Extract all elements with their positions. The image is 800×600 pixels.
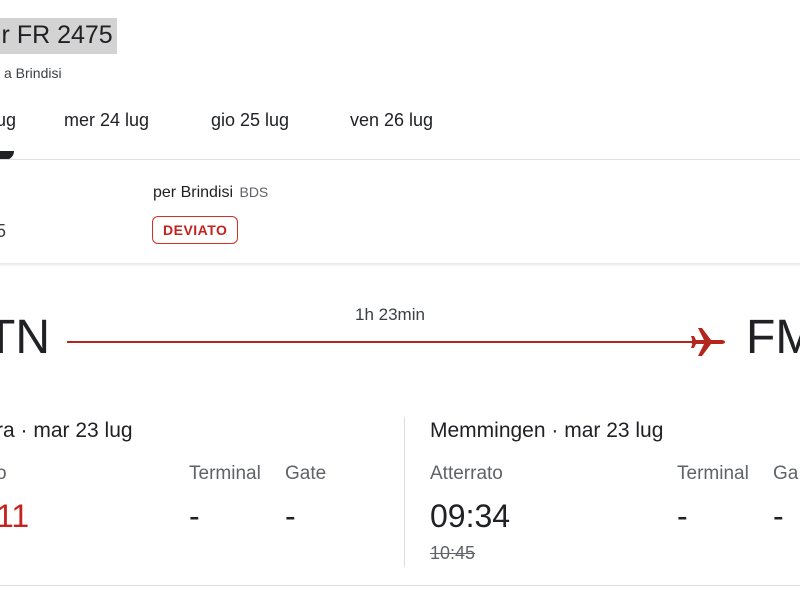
destination-label: per Brindisi BDS bbox=[153, 184, 268, 202]
departure-time: 11 bbox=[0, 498, 30, 534]
flight-duration: 1h 23min bbox=[355, 305, 425, 324]
destination-airport-code: FM bbox=[746, 311, 800, 364]
partial-time-fragment: 5 bbox=[0, 221, 7, 241]
arrival-status-label: Atterrato bbox=[430, 463, 503, 484]
arrival-terminal-value: - bbox=[677, 498, 688, 534]
arrival-place-date: Memmingen · mar 23 lug bbox=[430, 419, 664, 442]
arrival-scheduled-time: 10:45 bbox=[430, 543, 476, 563]
airplane-icon bbox=[691, 328, 725, 356]
origin-airport-code: TN bbox=[0, 311, 50, 364]
destination-name: per Brindisi bbox=[153, 184, 234, 201]
date-tabs: ug mer 24 lug gio 25 lug ven 26 lug bbox=[0, 110, 800, 140]
date-tab-24[interactable]: mer 24 lug bbox=[64, 110, 149, 131]
bottom-divider bbox=[0, 585, 800, 586]
destination-code: BDS bbox=[239, 184, 269, 200]
departure-place-date: ra · mar 23 lug bbox=[0, 419, 133, 442]
date-tab-26[interactable]: ven 26 lug bbox=[350, 110, 433, 131]
date-tab-23[interactable]: ug bbox=[0, 110, 16, 131]
arrival-gate-value: - bbox=[773, 498, 784, 534]
flight-status-page: ir FR 2475 a Brindisi ug mer 24 lug gio … bbox=[0, 0, 800, 600]
departure-gate-label: Gate bbox=[285, 463, 327, 484]
tabs-divider bbox=[0, 159, 800, 160]
flight-title: ir FR 2475 bbox=[0, 18, 117, 54]
arrival-gate-label: Ga bbox=[773, 463, 799, 484]
departure-terminal-value: - bbox=[189, 498, 200, 534]
route-subtitle: a Brindisi bbox=[4, 65, 62, 81]
route-line bbox=[67, 341, 699, 343]
arrival-time: 09:34 bbox=[430, 498, 511, 534]
departure-terminal-label: Terminal bbox=[189, 463, 261, 484]
card-divider bbox=[0, 263, 800, 267]
column-divider bbox=[404, 417, 405, 567]
arrival-terminal-label: Terminal bbox=[677, 463, 749, 484]
date-tab-25[interactable]: gio 25 lug bbox=[211, 110, 289, 131]
status-badge: DEVIATO bbox=[152, 216, 239, 244]
departure-status-label: o bbox=[0, 463, 7, 484]
departure-gate-value: - bbox=[285, 498, 296, 534]
